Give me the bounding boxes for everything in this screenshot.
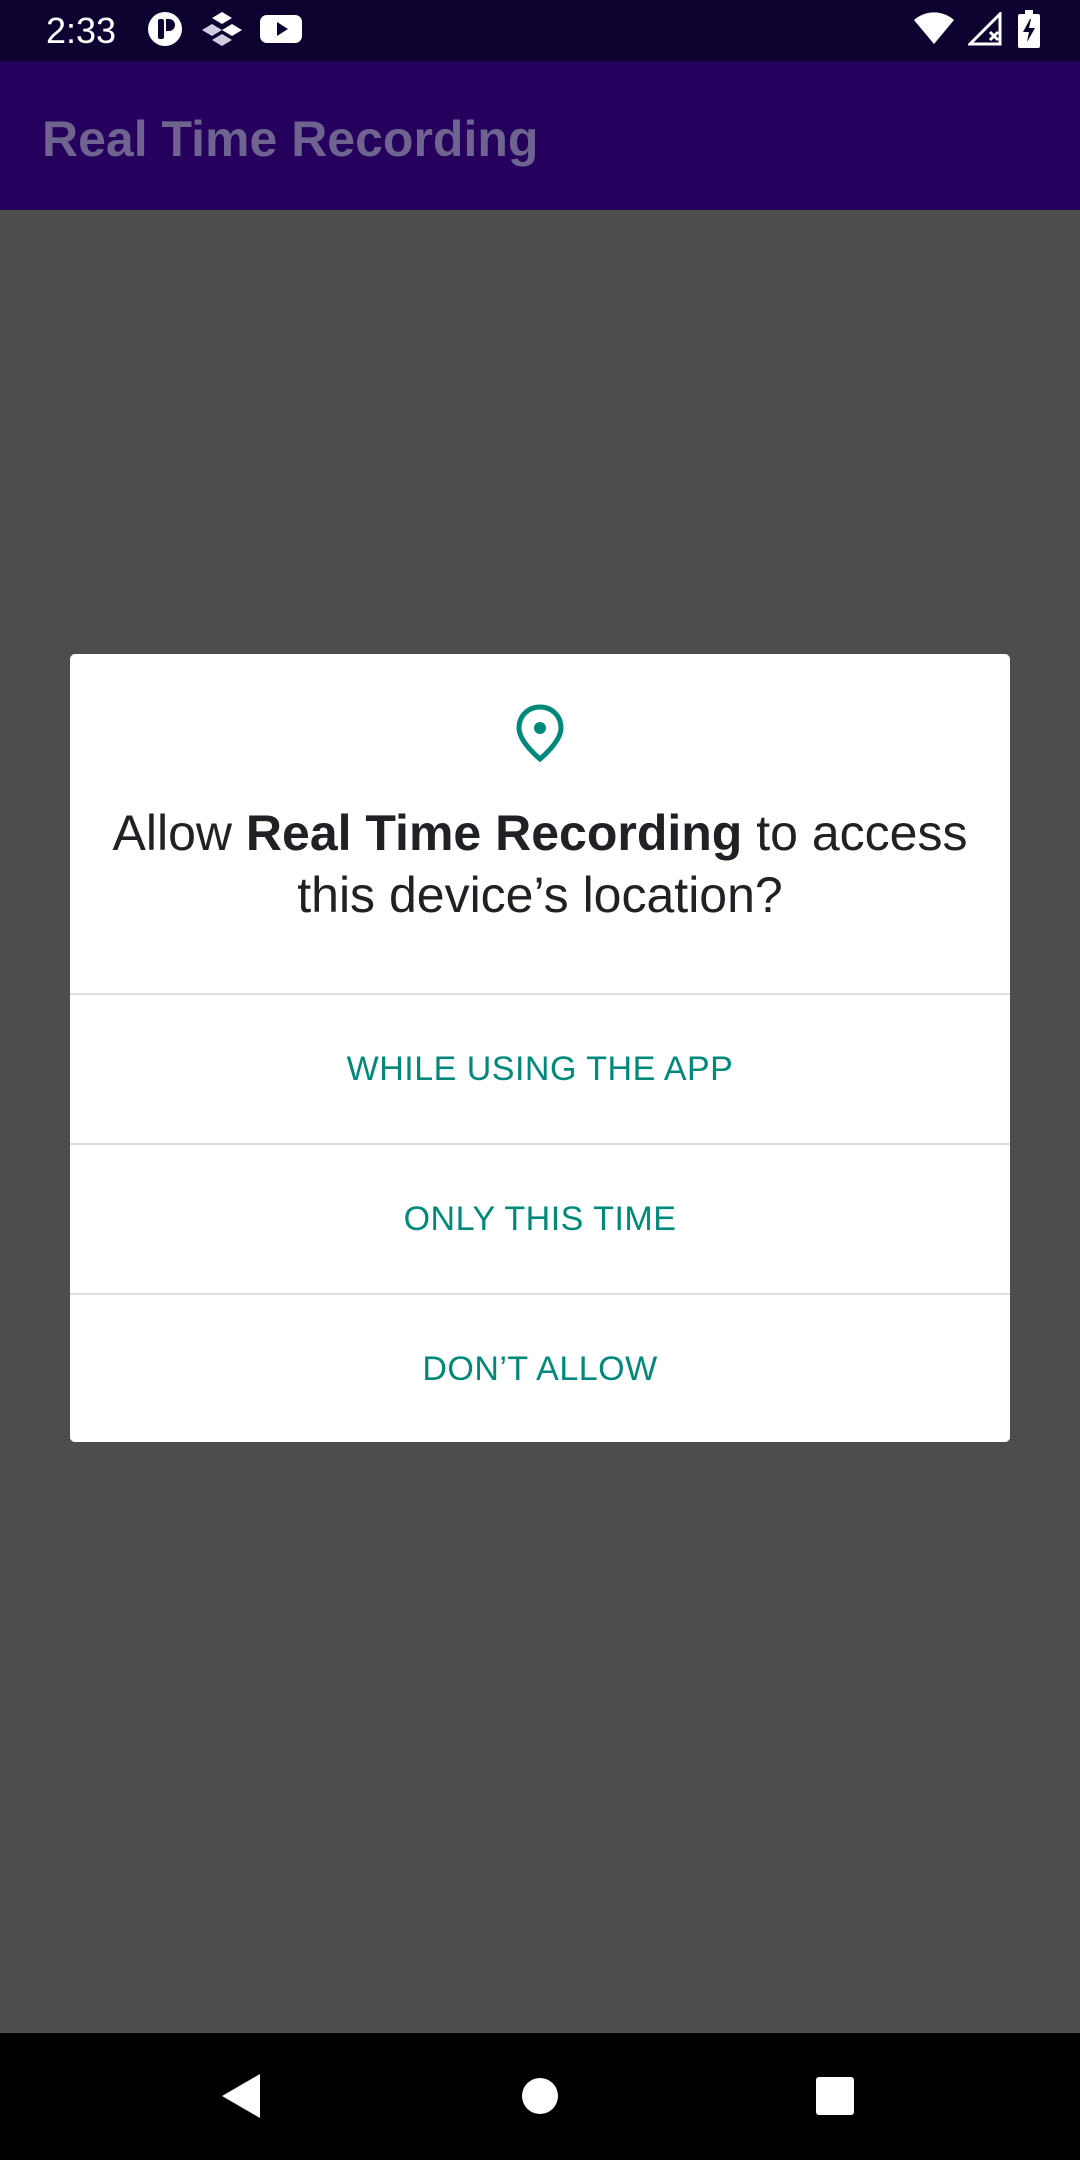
app-bar: Real Time Recording — [0, 61, 1080, 210]
dialog-message: Allow Real Time Recording to access this… — [110, 802, 970, 926]
dialog-header: Allow Real Time Recording to access this… — [70, 654, 1010, 993]
recents-button[interactable] — [800, 2063, 870, 2133]
status-time: 2:33 — [46, 10, 117, 51]
status-right-icons — [914, 9, 1040, 53]
while-using-app-button[interactable]: WHILE USING THE APP — [70, 995, 1010, 1143]
location-pin-icon — [515, 704, 565, 763]
battery-charging-icon — [1018, 9, 1040, 53]
screen: 2:33 Real Time Recording Allow Real Time… — [0, 0, 1080, 2160]
dont-allow-button[interactable]: DON’T ALLOW — [70, 1295, 1010, 1442]
widget-icon — [202, 10, 242, 53]
message-app-name: Real Time Recording — [245, 805, 743, 861]
home-icon — [520, 2076, 560, 2121]
wifi-icon — [914, 11, 954, 51]
back-icon — [220, 2072, 264, 2125]
status-bar: 2:33 — [0, 0, 1080, 61]
app-title: Real Time Recording — [42, 111, 539, 167]
app-notification-icon — [146, 10, 184, 53]
message-prefix: Allow — [112, 805, 246, 861]
permission-dialog: Allow Real Time Recording to access this… — [70, 654, 1010, 1442]
status-left-icons — [146, 10, 302, 53]
recents-icon — [815, 2076, 855, 2121]
navigation-bar — [0, 2033, 1080, 2160]
only-this-time-button[interactable]: ONLY THIS TIME — [70, 1145, 1010, 1293]
signal-icon — [966, 9, 1004, 51]
back-button[interactable] — [207, 2063, 277, 2133]
youtube-icon — [260, 13, 302, 50]
home-button[interactable] — [505, 2063, 575, 2133]
